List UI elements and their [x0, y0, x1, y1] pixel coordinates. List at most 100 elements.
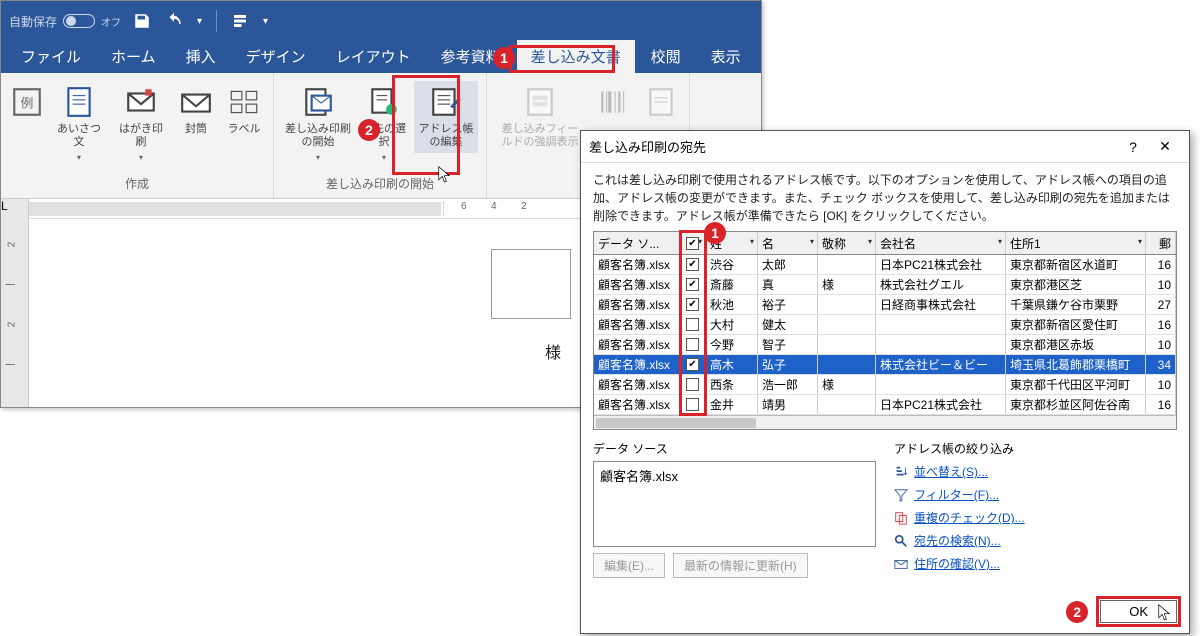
barcode-icon [596, 85, 630, 119]
cell-checkbox[interactable] [680, 315, 706, 334]
dialog-description: これは差し込み印刷で使用されるアドレス帳です。以下のオプションを使用して、アドレ… [581, 163, 1189, 231]
save-icon[interactable] [133, 12, 151, 30]
table-row[interactable]: 顧客名簿.xlsx大村健太東京都新宿区愛住町16 [594, 315, 1176, 335]
cell-firstname: 裕子 [758, 295, 818, 314]
cell-checkbox[interactable]: ✔ [680, 295, 706, 314]
table-row[interactable]: 顧客名簿.xlsx今野智子東京都港区赤坂10 [594, 335, 1176, 355]
autosave-toggle-group[interactable]: 自動保存 オフ [9, 13, 121, 30]
cell-address: 東京都新宿区水道町 [1006, 255, 1146, 274]
btn-label[interactable]: ラベル [223, 81, 265, 140]
btn-barcode [591, 81, 635, 123]
datasource-list[interactable]: 顧客名簿.xlsx [593, 461, 876, 547]
help-button[interactable]: ? [1117, 139, 1149, 155]
cell-checkbox[interactable]: ✔ [680, 275, 706, 294]
checkbox-icon: ✔ [686, 358, 699, 371]
link-find[interactable]: 宛先の検索(N)... [894, 532, 1177, 549]
cell-honorific [818, 255, 876, 274]
table-row[interactable]: 顧客名簿.xlsx✔渋谷太郎日本PC21株式会社東京都新宿区水道町16 [594, 255, 1176, 275]
cell-checkbox[interactable]: ✔ [680, 355, 706, 374]
cell-lastname: 渋谷 [706, 255, 758, 274]
undo-icon[interactable] [165, 12, 183, 30]
cell-company [876, 375, 1006, 394]
recipients-grid[interactable]: データ ソ... ✔▾ 姓▾ 名▾ 敬称▾ 会社名▾ 住所1▾ 郵 顧客名簿.x… [593, 231, 1177, 430]
col-address[interactable]: 住所1▾ [1006, 232, 1146, 254]
tab-design[interactable]: デザイン [232, 40, 320, 73]
mailmerge-start-icon [301, 85, 335, 119]
btn-aisatsu[interactable]: あいさつ文 ▾ [51, 81, 107, 167]
link-validate-address[interactable]: 住所の確認(V)... [894, 555, 1177, 572]
tab-view[interactable]: 表示 [697, 40, 755, 73]
btn-start-mailmerge[interactable]: 差し込み印刷の開始 ▾ [282, 81, 354, 167]
tab-review[interactable]: 校閲 [637, 40, 695, 73]
table-row[interactable]: 顧客名簿.xlsx✔秋池裕子日経商事株式会社千葉県鎌ケ谷市栗野27 [594, 295, 1176, 315]
cell-datasource: 顧客名簿.xlsx [594, 275, 680, 294]
tab-insert[interactable]: 挿入 [172, 40, 230, 73]
datasource-item[interactable]: 顧客名簿.xlsx [600, 466, 869, 485]
cell-firstname: 弘子 [758, 355, 818, 374]
col-firstname[interactable]: 名▾ [758, 232, 818, 254]
callout-1: 1 [493, 47, 515, 69]
cell-postal: 10 [1146, 275, 1176, 294]
datasource-panel: データ ソース 顧客名簿.xlsx 編集(E)... 最新の情報に更新(H) [593, 440, 876, 578]
btn-hagaki-label: はがき印刷 [115, 123, 167, 149]
cell-lastname: 金井 [706, 395, 758, 414]
btn-edit-label: アドレス帳の編集 [416, 123, 476, 149]
tab-layout[interactable]: レイアウト [322, 40, 425, 73]
dialog-lower: データ ソース 顧客名簿.xlsx 編集(E)... 最新の情報に更新(H) ア… [581, 430, 1189, 584]
cell-lastname: 大村 [706, 315, 758, 334]
scrollbar-thumb[interactable] [596, 418, 756, 428]
cell-checkbox[interactable] [680, 335, 706, 354]
tab-mailings[interactable]: 差し込み文書 [517, 40, 635, 73]
btn-futou[interactable]: 封筒 [175, 81, 217, 140]
cell-honorific [818, 335, 876, 354]
cell-firstname: 太郎 [758, 255, 818, 274]
btn-edit-recipients[interactable]: アドレス帳の編集 [414, 81, 478, 153]
col-company[interactable]: 会社名▾ [876, 232, 1006, 254]
cell-firstname: 健太 [758, 315, 818, 334]
grid-body: 顧客名簿.xlsx✔渋谷太郎日本PC21株式会社東京都新宿区水道町16顧客名簿.… [594, 255, 1176, 415]
cell-honorific [818, 355, 876, 374]
col-honorific[interactable]: 敬称▾ [818, 232, 876, 254]
link-filter[interactable]: フィルター(F)... [894, 486, 1177, 503]
label-icon [227, 85, 261, 119]
cell-datasource: 顧客名簿.xlsx [594, 375, 680, 394]
btn-hagaki[interactable]: はがき印刷 ▾ [113, 81, 169, 167]
refresh-button: 最新の情報に更新(H) [673, 553, 808, 578]
cell-firstname: 真 [758, 275, 818, 294]
link-sort[interactable]: 並べ替え(S)... [894, 463, 1177, 480]
grid-hscrollbar[interactable] [594, 415, 1176, 429]
cell-firstname: 智子 [758, 335, 818, 354]
cell-address: 東京都新宿区愛住町 [1006, 315, 1146, 334]
close-button[interactable]: ✕ [1149, 138, 1181, 155]
ribbon-group-start: 差し込み印刷の開始 ▾ 宛先の選択 ▾ アドレス帳の編集 差し込み印刷の開始 [274, 73, 487, 198]
cursor-icon [438, 166, 452, 184]
cell-lastname: 高木 [706, 355, 758, 374]
callout-2b: 2 [1066, 601, 1088, 623]
cell-lastname: 斎藤 [706, 275, 758, 294]
cell-company: 日経商事株式会社 [876, 295, 1006, 314]
cell-address: 埼玉県北葛飾郡栗橋町 [1006, 355, 1146, 374]
cell-firstname: 靖男 [758, 395, 818, 414]
link-duplicates[interactable]: 重複のチェック(D)... [894, 509, 1177, 526]
col-datasource[interactable]: データ ソ... [594, 232, 680, 254]
cell-checkbox[interactable]: ✔ [680, 255, 706, 274]
tab-home[interactable]: ホーム [97, 40, 170, 73]
address-icon [894, 557, 908, 571]
duplicates-icon [894, 511, 908, 525]
table-row[interactable]: 顧客名簿.xlsx金井靖男日本PC21株式会社東京都杉並区阿佐谷南16 [594, 395, 1176, 415]
cell-firstname: 浩一郎 [758, 375, 818, 394]
table-row[interactable]: 顧客名簿.xlsx西条浩一郎様東京都千代田区平河町10 [594, 375, 1176, 395]
cell-checkbox[interactable] [680, 395, 706, 414]
col-checkbox[interactable]: ✔▾ [680, 232, 706, 254]
btn-example[interactable]: 例 [9, 81, 45, 123]
envelope-icon [179, 85, 213, 119]
sort-icon [894, 465, 908, 479]
table-row[interactable]: 顧客名簿.xlsx✔高木弘子株式会社ビー＆ビー埼玉県北葛飾郡栗橋町34 [594, 355, 1176, 375]
cell-checkbox[interactable] [680, 375, 706, 394]
table-row[interactable]: 顧客名簿.xlsx✔斎藤真様株式会社グエル東京都港区芝10 [594, 275, 1176, 295]
ruler-corner: L [1, 199, 29, 219]
col-postal[interactable]: 郵 [1146, 232, 1176, 254]
tab-file[interactable]: ファイル [7, 40, 95, 73]
touch-mode-icon[interactable] [231, 12, 249, 30]
mail-merge-recipients-dialog: 差し込み印刷の宛先 ? ✕ これは差し込み印刷で使用されるアドレス帳です。以下の… [580, 130, 1190, 634]
